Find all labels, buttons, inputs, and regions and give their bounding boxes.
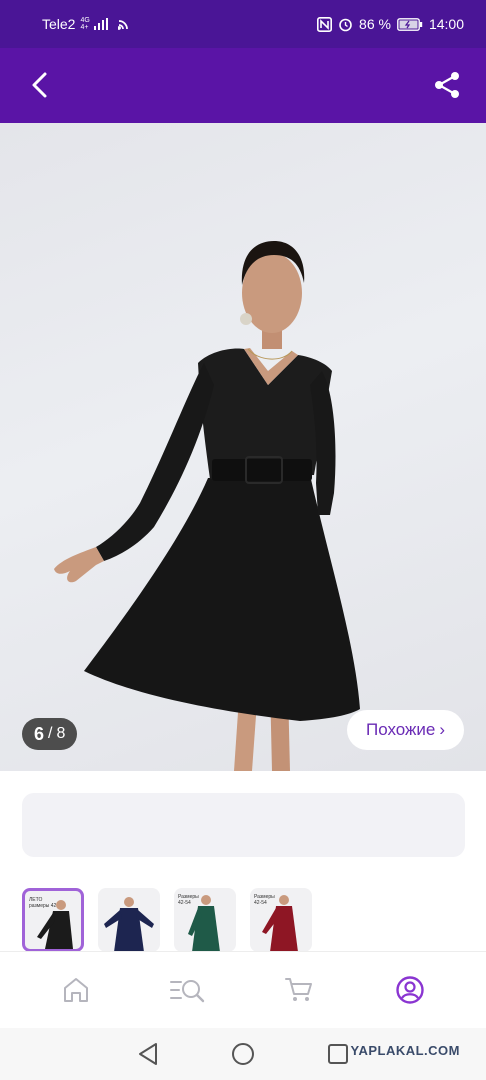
cart-icon xyxy=(284,978,312,1001)
nav-cart[interactable] xyxy=(269,960,329,1020)
battery-percent: 86 % xyxy=(359,16,391,32)
nav-profile[interactable] xyxy=(380,960,440,1020)
app-bar xyxy=(0,48,486,123)
back-button[interactable] xyxy=(22,68,56,102)
thumbnail-green[interactable]: Размеры 42-54 xyxy=(174,888,236,952)
carrier-label: Tele2 xyxy=(42,16,76,32)
similar-products-button[interactable]: Похожие › xyxy=(347,710,464,750)
status-bar: Tele2 4G 4+ 86 % 14:00 xyxy=(0,0,486,48)
status-left: Tele2 4G 4+ xyxy=(42,16,132,32)
product-info-card xyxy=(22,793,465,857)
image-counter-separator: / xyxy=(48,725,53,742)
share-button[interactable] xyxy=(430,68,464,102)
product-photo-model-black-dress xyxy=(54,241,360,771)
catalog-search-icon xyxy=(170,980,205,1003)
image-counter-current: 6 xyxy=(34,723,45,744)
color-variant-thumbnails: ЛЕТО размеры 42-54 Размеры 42-54 Размеры 42… xyxy=(22,888,312,952)
dress-thumbnail-image xyxy=(37,900,73,949)
dress-thumbnail-image xyxy=(262,895,298,952)
signal-icon xyxy=(93,18,108,30)
wifi-cast-icon xyxy=(117,20,128,30)
dress-thumbnail-image xyxy=(104,897,154,952)
share-icon xyxy=(435,72,459,98)
nav-catalog[interactable] xyxy=(157,960,217,1020)
home-icon xyxy=(63,978,88,1002)
image-counter-total: 8 xyxy=(56,725,66,742)
nfc-icon xyxy=(317,16,333,32)
clock: 14:00 xyxy=(428,16,464,32)
thumbnail-navy[interactable] xyxy=(98,888,160,952)
network-label: 4G xyxy=(80,17,90,24)
status-right: 86 % 14:00 xyxy=(317,16,464,32)
network-type: 4G 4+ xyxy=(80,17,89,31)
profile-icon xyxy=(396,976,424,1004)
recents-square-icon[interactable] xyxy=(327,1043,349,1065)
product-image-gallery[interactable]: 6 / 8 Похожие › xyxy=(0,123,486,771)
nav-home[interactable] xyxy=(46,960,106,1020)
battery-icon xyxy=(397,17,423,31)
network-sub-label: 4+ xyxy=(80,24,89,31)
thumbnail-black[interactable]: ЛЕТО размеры 42-54 xyxy=(22,888,84,952)
bottom-navigation xyxy=(0,952,486,1028)
dress-thumbnail-image xyxy=(188,895,220,952)
alarm-icon xyxy=(339,18,352,31)
watermark-text: YAPLAKAL.COM xyxy=(350,1043,460,1058)
chevron-right-icon: › xyxy=(439,720,446,739)
chevron-left-icon xyxy=(32,72,47,98)
image-counter: 6 / 8 xyxy=(22,718,78,750)
home-circle-icon[interactable] xyxy=(231,1042,255,1066)
thumbnail-burgundy[interactable]: Размеры 42-54 xyxy=(250,888,312,952)
similar-products-label: Похожие xyxy=(365,720,436,739)
back-triangle-icon[interactable] xyxy=(137,1042,159,1066)
